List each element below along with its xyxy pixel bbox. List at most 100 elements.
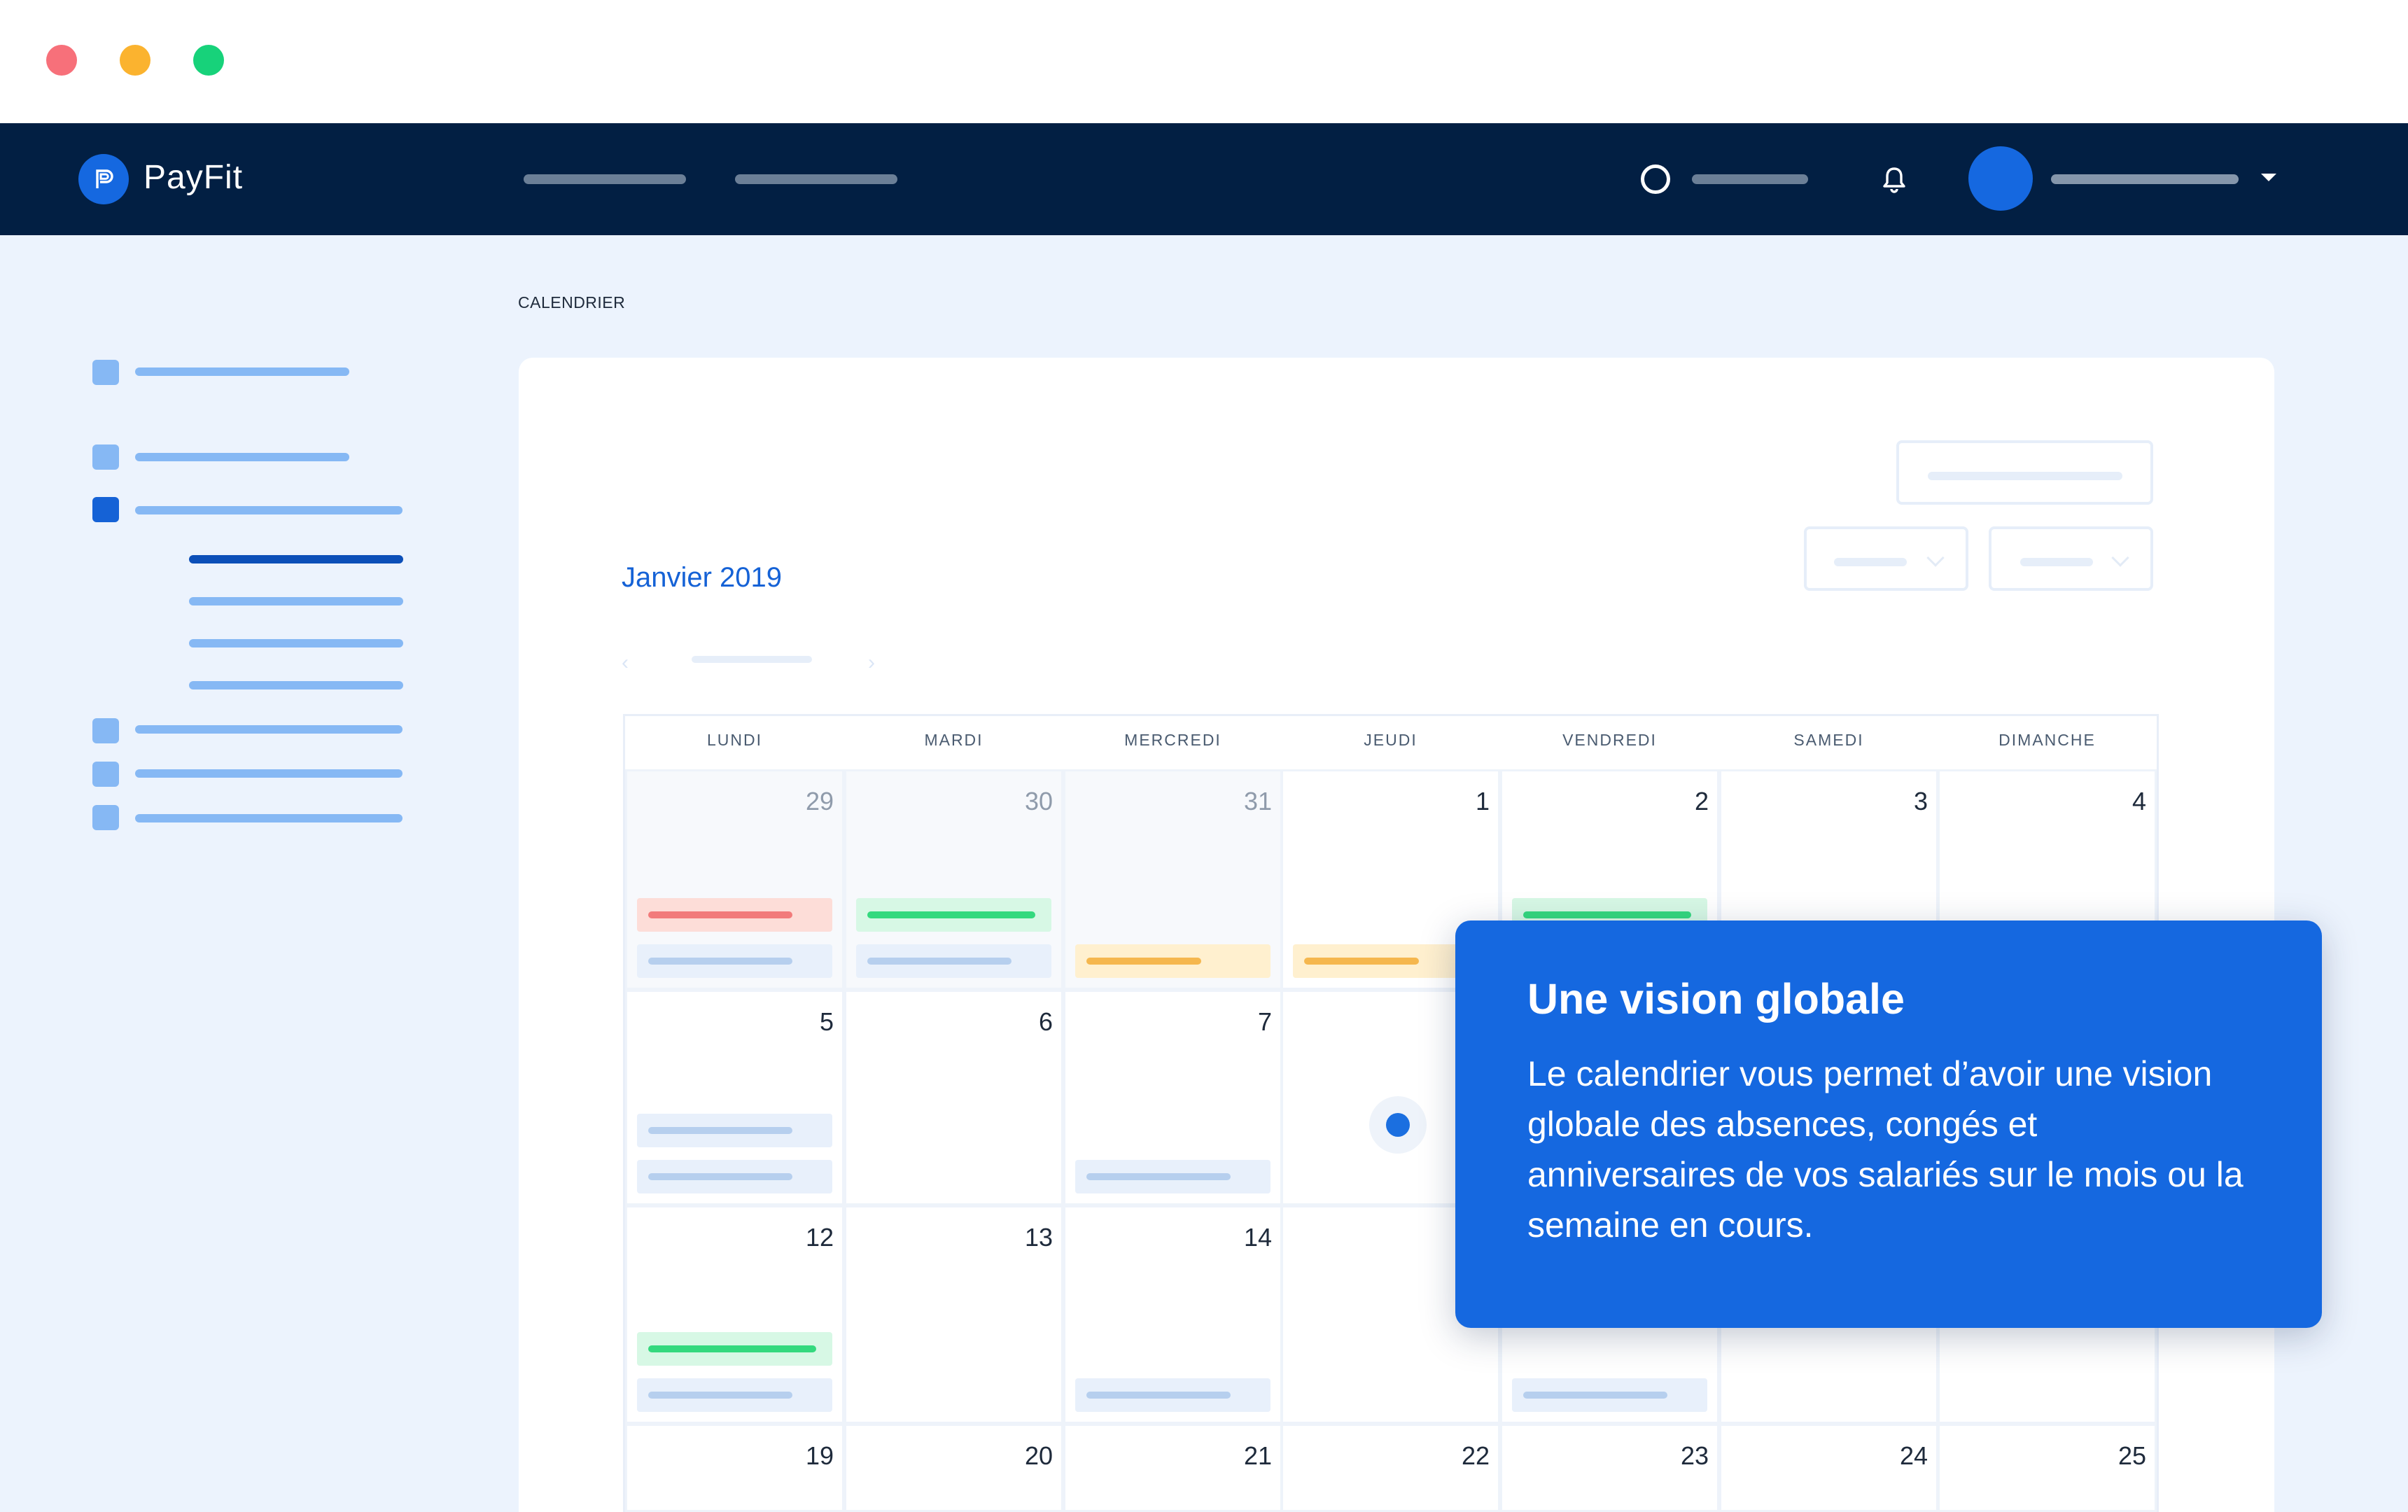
day-cell[interactable]: 7: [1063, 990, 1282, 1205]
event-bar: [1086, 1173, 1231, 1180]
weekday-header: DIMANCHE: [1998, 731, 2096, 749]
event-blue[interactable]: [637, 1160, 832, 1194]
sidebar-subitem-2[interactable]: [189, 597, 403, 606]
day-cell[interactable]: 5: [625, 990, 844, 1205]
bell-icon[interactable]: [1881, 166, 1907, 194]
period-label: [692, 656, 812, 663]
day-number: 4: [2132, 787, 2146, 816]
day-number: 24: [1899, 1441, 1928, 1470]
window-close-button[interactable]: [46, 45, 77, 76]
sidebar-item-5-icon[interactable]: [92, 762, 119, 787]
day-cell[interactable]: 22: [1281, 1424, 1500, 1512]
weekday-header: MARDI: [924, 731, 983, 749]
sidebar-subitem-active[interactable]: [189, 555, 403, 564]
action-button-label: [1928, 472, 2122, 480]
next-month-chevron-right-icon[interactable]: ›: [868, 651, 875, 675]
day-number: 21: [1243, 1441, 1272, 1470]
event-green[interactable]: [637, 1332, 832, 1366]
event-green[interactable]: [856, 898, 1051, 932]
event-blue[interactable]: [856, 944, 1051, 978]
event-blue[interactable]: [1075, 1378, 1270, 1412]
tooltip-body: Le calendrier vous permet d’avoir une vi…: [1527, 1054, 2244, 1245]
event-blue[interactable]: [1512, 1378, 1707, 1412]
caret-down-icon[interactable]: [2261, 174, 2276, 181]
event-blue[interactable]: [637, 1378, 832, 1412]
day-number: 23: [1680, 1441, 1709, 1470]
window-titlebar: [0, 0, 2408, 123]
window-minimize-button[interactable]: [120, 45, 150, 76]
day-number: 31: [1243, 787, 1272, 816]
event-blue[interactable]: [1075, 1160, 1270, 1194]
day-number: 22: [1461, 1441, 1490, 1470]
breadcrumb: CALENDRIER: [518, 293, 626, 312]
event-bar: [867, 911, 1035, 918]
weekday-header: VENDREDI: [1562, 731, 1657, 749]
event-bar: [1086, 958, 1201, 965]
day-cell[interactable]: 6: [844, 990, 1063, 1205]
day-number: 7: [1257, 1007, 1272, 1036]
tooltip-title: Une vision globale: [1527, 975, 1905, 1023]
day-cell[interactable]: 31: [1063, 769, 1282, 990]
event-yellow[interactable]: [1075, 944, 1270, 978]
help-circle-icon[interactable]: [1641, 164, 1670, 194]
user-name[interactable]: [2051, 174, 2239, 184]
event-bar: [1304, 958, 1419, 965]
day-cell[interactable]: 24: [1719, 1424, 1938, 1512]
help-link[interactable]: [1692, 174, 1808, 184]
event-bar: [648, 1173, 792, 1180]
event-blue[interactable]: [637, 944, 832, 978]
day-cell[interactable]: 14: [1063, 1205, 1282, 1424]
day-number: 25: [2118, 1441, 2146, 1470]
day-cell[interactable]: 25: [1938, 1424, 2157, 1512]
day-cell[interactable]: 29: [625, 769, 844, 990]
sidebar-item-2-icon[interactable]: [92, 444, 119, 470]
day-cell[interactable]: 12: [625, 1205, 844, 1424]
day-cell[interactable]: 20: [844, 1424, 1063, 1512]
event-red[interactable]: [637, 898, 832, 932]
sidebar-item-6[interactable]: [135, 814, 402, 822]
sidebar-item-2[interactable]: [135, 453, 349, 461]
day-cell[interactable]: 30: [844, 769, 1063, 990]
previous-month-chevron-left-icon[interactable]: ‹: [622, 651, 629, 675]
nav-link-2[interactable]: [735, 174, 897, 184]
sidebar-item-3-icon[interactable]: [92, 497, 119, 522]
day-number: 12: [805, 1223, 834, 1252]
day-number: 29: [805, 787, 834, 816]
filter-select-label: [2020, 558, 2093, 566]
day-cell[interactable]: 19: [625, 1424, 844, 1512]
day-number: 5: [819, 1007, 834, 1036]
event-bar: [648, 958, 792, 965]
sidebar-item-5[interactable]: [135, 769, 402, 778]
sidebar-item-6-icon[interactable]: [92, 805, 119, 830]
event-bar: [1523, 1392, 1667, 1399]
event-bar: [1523, 911, 1691, 918]
payfit-logo[interactable]: [78, 154, 129, 204]
today-marker-dot[interactable]: [1386, 1113, 1410, 1137]
day-cell[interactable]: 23: [1500, 1424, 1719, 1512]
event-bar: [648, 1345, 816, 1352]
sidebar-subitem-4[interactable]: [189, 681, 403, 690]
event-bar: [1086, 1392, 1231, 1399]
event-bar: [648, 1127, 792, 1134]
day-cell[interactable]: 13: [844, 1205, 1063, 1424]
day-number: 2: [1694, 787, 1709, 816]
sidebar-item-4[interactable]: [135, 725, 402, 734]
user-avatar[interactable]: [1968, 146, 2033, 211]
weekday-header: MERCREDI: [1124, 731, 1222, 749]
day-number: 14: [1243, 1223, 1272, 1252]
weekday-header: LUNDI: [706, 731, 762, 749]
event-blue[interactable]: [637, 1114, 832, 1147]
weekday-header: JEUDI: [1364, 731, 1418, 749]
sidebar-item-4-icon[interactable]: [92, 718, 119, 743]
window-maximize-button[interactable]: [193, 45, 224, 76]
sidebar-item-1-icon[interactable]: [92, 360, 119, 385]
day-cell[interactable]: 21: [1063, 1424, 1282, 1512]
nav-link-1[interactable]: [524, 174, 686, 184]
sidebar-item-1[interactable]: [135, 368, 349, 376]
sidebar-subitem-3[interactable]: [189, 639, 403, 648]
sidebar-item-3[interactable]: [135, 506, 402, 514]
payfit-logo-icon: [96, 169, 113, 188]
top-navbar: PayFit: [0, 123, 2408, 235]
day-number: 20: [1024, 1441, 1053, 1470]
day-number: 3: [1913, 787, 1928, 816]
